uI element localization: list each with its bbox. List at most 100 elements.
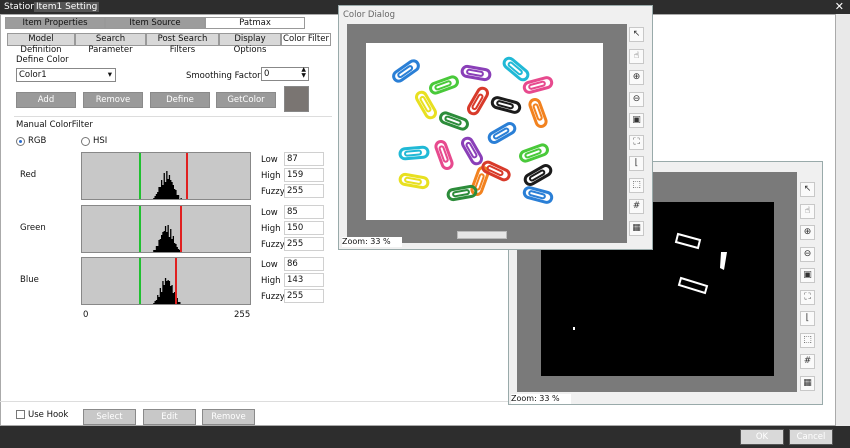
image-icon[interactable]: ▣: [800, 268, 815, 283]
zoom-in-icon[interactable]: ⊕: [800, 225, 815, 240]
fuzzy-field-0[interactable]: 255: [284, 184, 324, 198]
result-zoom-label: Zoom: 33 %: [511, 394, 571, 404]
add-button[interactable]: Add: [16, 92, 76, 108]
hsi-radio[interactable]: [81, 137, 90, 146]
rgb-radio[interactable]: [16, 137, 25, 146]
low-field-0[interactable]: 87: [284, 152, 324, 166]
manual-colorfilter-heading: Manual ColorFilter: [16, 120, 93, 130]
smoothing-label: Smoothing Factor:: [186, 71, 264, 81]
noise-blob: [573, 327, 575, 330]
clip-blob-3: [720, 252, 727, 270]
paperclip-18: [398, 172, 430, 190]
clip-blob-1: [674, 232, 702, 250]
canvas-scrollbar[interactable]: [457, 231, 507, 239]
paperclip-13: [398, 145, 430, 161]
tab-search-parameter[interactable]: Search Parameter: [75, 33, 146, 55]
cursor-icon[interactable]: ↖: [629, 27, 644, 42]
select-button[interactable]: Select: [83, 409, 136, 425]
low-label-2: Low: [261, 260, 278, 270]
channel-label-1: Green: [20, 223, 46, 233]
tab-post-search-filters[interactable]: Post Search Filters: [146, 33, 219, 55]
pattern-icon[interactable]: ▦: [800, 375, 815, 391]
paperclip-10: [487, 122, 517, 144]
divider: [14, 116, 332, 117]
paperclip-9: [439, 111, 469, 131]
ok-button[interactable]: OK: [740, 429, 784, 445]
fuzzy-label-0: Fuzzy: [261, 187, 285, 197]
grid-icon[interactable]: #: [800, 354, 815, 369]
source-image: [366, 43, 603, 220]
fuzzy-field-1[interactable]: 255: [284, 237, 324, 251]
fuzzy-field-2[interactable]: 255: [284, 289, 324, 303]
bottom-bar: [0, 426, 850, 448]
getcolor-button[interactable]: GetColor: [216, 92, 276, 108]
pan-icon[interactable]: ☝: [629, 48, 644, 64]
title-station: Station: [4, 2, 36, 12]
tab-patmax[interactable]: Patmax: [205, 17, 305, 29]
use-hook-checkbox[interactable]: [16, 410, 25, 419]
low-field-1[interactable]: 85: [284, 205, 324, 219]
zoom-in-icon[interactable]: ⊕: [629, 70, 644, 85]
histogram-bars: [148, 171, 187, 199]
smoothing-value: 0: [264, 69, 270, 79]
high-field-0[interactable]: 159: [284, 168, 324, 182]
high-field-2[interactable]: 143: [284, 273, 324, 287]
close-icon[interactable]: ✕: [835, 0, 844, 14]
ruler-icon[interactable]: ⌊: [800, 311, 815, 326]
histogram-svg-2: [139, 258, 187, 304]
histogram-1[interactable]: [81, 205, 251, 253]
histogram-bars: [148, 278, 187, 304]
low-field-2[interactable]: 86: [284, 257, 324, 271]
color-dialog-window: Color Dialog Zoom: 33 % ↖ ☝ ⊕ ⊖ ▣ ⛶ ⌊ ⬚ …: [338, 5, 653, 250]
low-label-1: Low: [261, 208, 278, 218]
paperclips-image: [392, 56, 554, 204]
channel-label-0: Red: [20, 170, 37, 180]
remove-hook-button[interactable]: Remove: [202, 409, 255, 425]
zoom-out-icon[interactable]: ⊖: [800, 246, 815, 262]
color-select[interactable]: Color1 ▾: [16, 68, 116, 82]
tab-display-options[interactable]: Display Options: [219, 33, 281, 55]
high-field-1[interactable]: 150: [284, 221, 324, 235]
paperclip-1: [429, 75, 459, 95]
stepper-arrows-icon[interactable]: ▲ ▼: [301, 67, 306, 79]
axis-min-label: 0: [83, 310, 89, 320]
rgb-label: RGB: [28, 136, 47, 146]
title-item: Item1 Setting: [34, 2, 100, 12]
color-dialog-title: Color Dialog: [343, 10, 395, 20]
paperclip-20: [522, 186, 554, 204]
axis-max-label: 255: [234, 310, 251, 320]
remove-color-button[interactable]: Remove: [83, 92, 143, 108]
ruler-icon[interactable]: ⌊: [629, 156, 644, 171]
paperclip-0: [392, 59, 420, 83]
paperclip-6: [467, 86, 489, 116]
tab-model-definition[interactable]: Model Definition: [7, 33, 75, 55]
histogram-2[interactable]: [81, 257, 251, 305]
fit-icon[interactable]: ⛶: [800, 289, 815, 305]
pattern-icon[interactable]: ▦: [629, 220, 644, 236]
paperclip-8: [415, 90, 437, 120]
smoothing-factor-stepper[interactable]: 0 ▲ ▼: [261, 67, 309, 81]
color-zoom-label: Zoom: 33 %: [342, 237, 402, 247]
paperclip-3: [502, 56, 530, 82]
paperclip-11: [519, 143, 549, 163]
histogram-0[interactable]: [81, 152, 251, 200]
edit-button[interactable]: Edit: [143, 409, 196, 425]
color-canvas: [347, 24, 627, 243]
tab-item-properties[interactable]: Item Properties: [5, 17, 105, 29]
pan-icon[interactable]: ☝: [800, 203, 815, 219]
define-button[interactable]: Define: [150, 92, 210, 108]
tab-color-filter[interactable]: Color Filter: [281, 33, 331, 46]
roi-icon[interactable]: ⬚: [800, 332, 815, 348]
cancel-button[interactable]: Cancel: [789, 429, 833, 445]
color-select-value: Color1: [19, 70, 47, 80]
fit-icon[interactable]: ⛶: [629, 134, 644, 150]
high-label-2: High: [261, 276, 281, 286]
cursor-icon[interactable]: ↖: [800, 182, 815, 197]
grid-icon[interactable]: #: [629, 199, 644, 214]
zoom-out-icon[interactable]: ⊖: [629, 91, 644, 107]
low-label-0: Low: [261, 155, 278, 165]
histogram-svg-0: [139, 153, 188, 199]
roi-icon[interactable]: ⬚: [629, 177, 644, 193]
tab-item-source[interactable]: Item Source: [105, 17, 205, 29]
image-icon[interactable]: ▣: [629, 113, 644, 128]
